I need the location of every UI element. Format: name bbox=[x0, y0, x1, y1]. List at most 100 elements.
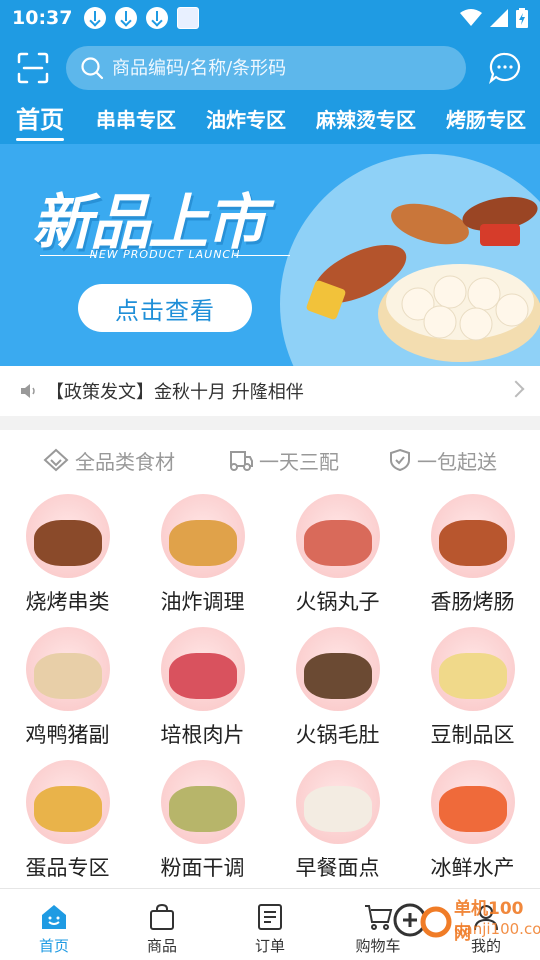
diamond-icon bbox=[43, 448, 69, 472]
scan-button[interactable] bbox=[13, 48, 53, 88]
category-image bbox=[430, 627, 515, 711]
nav-label: 首页 bbox=[38, 937, 69, 955]
nav-cart[interactable]: 购物车 bbox=[324, 889, 432, 960]
status-bar: 10:37 bbox=[0, 0, 540, 36]
tab-chuanchuan[interactable]: 串串专区 bbox=[96, 100, 176, 133]
category-item[interactable]: 烧烤串类 bbox=[0, 490, 135, 623]
category-item[interactable]: 冰鲜水产 bbox=[405, 756, 540, 889]
category-label: 香肠烤肠 bbox=[430, 590, 515, 614]
feature-min-order: 一包起送 bbox=[389, 446, 497, 475]
category-image bbox=[160, 494, 245, 578]
food-shape bbox=[438, 653, 507, 699]
download-icon bbox=[84, 7, 107, 29]
chevron-right-icon bbox=[507, 380, 525, 398]
category-tabs: 首页 串串专区 油炸专区 麻辣烫专区 烤肠专区 bbox=[0, 100, 540, 144]
category-item[interactable]: 粉面干调 bbox=[135, 756, 270, 889]
category-label: 冰鲜水产 bbox=[430, 856, 515, 880]
category-label: 火锅毛肚 bbox=[295, 723, 380, 747]
nav-profile[interactable]: 我的 bbox=[432, 889, 540, 960]
category-item[interactable]: 油炸调理 bbox=[135, 490, 270, 623]
food-shape bbox=[303, 653, 372, 699]
category-label: 培根肉片 bbox=[160, 723, 245, 747]
cart-icon bbox=[365, 905, 393, 930]
feature-label: 一包起送 bbox=[417, 449, 497, 474]
search-box[interactable] bbox=[66, 46, 466, 90]
search-input[interactable] bbox=[112, 57, 432, 79]
category-label: 烧烤串类 bbox=[25, 590, 110, 614]
nav-label: 购物车 bbox=[355, 937, 401, 955]
banner-view-button[interactable]: 点击查看 bbox=[78, 284, 252, 332]
category-image bbox=[25, 760, 110, 844]
status-indicators bbox=[460, 8, 528, 28]
category-item[interactable]: 火锅毛肚 bbox=[270, 623, 405, 756]
food-shape bbox=[33, 786, 102, 832]
food-shape bbox=[303, 520, 372, 566]
nav-products[interactable]: 商品 bbox=[108, 889, 216, 960]
category-image bbox=[295, 760, 380, 844]
nav-home[interactable]: 首页 bbox=[0, 889, 108, 960]
header bbox=[0, 36, 540, 100]
category-image bbox=[25, 494, 110, 578]
bag-icon bbox=[150, 903, 174, 930]
service-features: 全品类食材 一天三配 一包起送 bbox=[0, 430, 540, 490]
category-label: 鸡鸭猪副 bbox=[25, 723, 110, 747]
truck-icon bbox=[230, 451, 253, 471]
notice-bar[interactable]: 【政策发文】金秋十月 升隆相伴 bbox=[0, 366, 540, 416]
banner-food-image bbox=[306, 196, 540, 362]
category-grid: 烧烤串类 油炸调理 火锅丸子 香肠烤肠鸡鸭猪副 培根肉片 火锅毛肚 豆制品区蛋品专区 粉面干调… bbox=[0, 490, 540, 888]
category-item[interactable]: 蛋品专区 bbox=[0, 756, 135, 889]
category-item[interactable]: 火锅丸子 bbox=[270, 490, 405, 623]
category-image bbox=[160, 760, 245, 844]
nav-label: 商品 bbox=[146, 937, 177, 955]
category-item[interactable]: 香肠烤肠 bbox=[405, 490, 540, 623]
tab-home[interactable]: 首页 bbox=[16, 100, 64, 141]
bottom-nav: 首页 商品 订单 购物车 我的 bbox=[0, 888, 540, 960]
message-icon[interactable] bbox=[488, 51, 522, 85]
food-shape bbox=[168, 653, 237, 699]
wifi-icon bbox=[460, 9, 482, 26]
battery-icon bbox=[516, 8, 528, 28]
category-item[interactable]: 早餐面点 bbox=[270, 756, 405, 889]
download-icon bbox=[115, 7, 138, 29]
promo-banner[interactable]: 新品上市 NEW PRODUCT LAUNCH 点击查看 bbox=[0, 144, 540, 366]
food-shape bbox=[438, 786, 507, 832]
feature-delivery: 一天三配 bbox=[225, 446, 339, 475]
food-shape bbox=[33, 520, 102, 566]
category-image bbox=[430, 760, 515, 844]
scan-icon bbox=[17, 52, 49, 84]
category-label: 粉面干调 bbox=[160, 856, 245, 880]
banner-subtitle: NEW PRODUCT LAUNCH bbox=[40, 248, 290, 261]
nav-orders[interactable]: 订单 bbox=[216, 889, 324, 960]
home-icon bbox=[42, 905, 66, 929]
food-shape bbox=[168, 786, 237, 832]
category-label: 火锅丸子 bbox=[295, 590, 380, 614]
category-image bbox=[160, 627, 245, 711]
notice-text: 【政策发文】金秋十月 升隆相伴 bbox=[46, 382, 304, 403]
nav-label: 订单 bbox=[254, 937, 285, 955]
food-shape bbox=[438, 520, 507, 566]
tab-fried[interactable]: 油炸专区 bbox=[206, 100, 286, 133]
feature-label: 全品类食材 bbox=[75, 449, 175, 474]
search-icon bbox=[81, 57, 104, 80]
feature-all-categories: 全品类食材 bbox=[43, 446, 175, 475]
category-label: 油炸调理 bbox=[160, 590, 245, 614]
category-label: 早餐面点 bbox=[295, 856, 380, 880]
category-item[interactable]: 鸡鸭猪副 bbox=[0, 623, 135, 756]
food-shape bbox=[303, 786, 372, 832]
food-shape bbox=[33, 653, 102, 699]
shield-check-icon bbox=[390, 448, 410, 472]
tab-sausage[interactable]: 烤肠专区 bbox=[446, 100, 526, 133]
food-shape bbox=[168, 520, 237, 566]
speaker-icon bbox=[21, 384, 35, 398]
category-image bbox=[295, 494, 380, 578]
feature-label: 一天三配 bbox=[259, 449, 339, 474]
tab-malatang[interactable]: 麻辣烫专区 bbox=[316, 100, 416, 133]
order-icon bbox=[258, 904, 282, 930]
app-notification-icon bbox=[177, 7, 200, 29]
category-item[interactable]: 培根肉片 bbox=[135, 623, 270, 756]
status-time: 10:37 bbox=[12, 7, 73, 29]
nav-label: 我的 bbox=[470, 937, 501, 955]
category-label: 豆制品区 bbox=[430, 723, 515, 747]
category-image bbox=[25, 627, 110, 711]
category-item[interactable]: 豆制品区 bbox=[405, 623, 540, 756]
